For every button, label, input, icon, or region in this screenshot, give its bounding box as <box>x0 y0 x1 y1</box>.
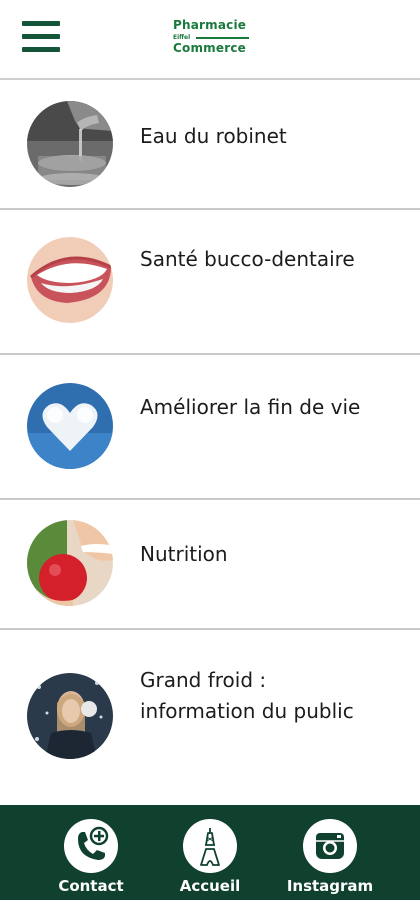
contact-button[interactable]: Contact <box>31 805 151 900</box>
eiffel-tower-icon <box>183 819 237 873</box>
list-item-tap-water[interactable]: Eau du robinet <box>0 80 420 208</box>
heart-cloud-image <box>27 383 113 469</box>
dental-smile-image <box>27 237 113 323</box>
list-item-end-of-life[interactable]: Améliorer la fin de vie <box>0 355 420 498</box>
bottom-navigation: Contact Accueil Instagram <box>0 805 420 900</box>
instagram-button[interactable]: Instagram <box>270 805 390 900</box>
winter-woman-image <box>27 673 113 759</box>
logo-divider-line <box>196 37 249 39</box>
tap-water-image <box>27 101 113 187</box>
logo-text-eiffel: Eiffel <box>173 34 191 41</box>
logo-text-pharmacie: Pharmacie <box>173 18 247 32</box>
item-label: Santé bucco-dentaire <box>140 247 355 271</box>
contact-label: Contact <box>58 877 124 895</box>
phone-plus-icon <box>64 819 118 873</box>
home-label: Accueil <box>179 877 241 895</box>
app-header: Pharmacie Eiffel Commerce <box>0 0 420 80</box>
instagram-label: Instagram <box>286 877 374 895</box>
menu-bar <box>22 47 60 52</box>
menu-bar <box>22 34 60 39</box>
instagram-icon <box>303 819 357 873</box>
pharmacy-logo[interactable]: Pharmacie Eiffel Commerce <box>171 18 261 58</box>
item-label: Eau du robinet <box>140 124 287 148</box>
list-item-dental-health[interactable]: Santé bucco-dentaire <box>0 210 420 353</box>
hamburger-menu-icon[interactable] <box>22 21 62 53</box>
logo-text-commerce: Commerce <box>173 41 246 55</box>
list-item-nutrition[interactable]: Nutrition <box>0 500 420 628</box>
item-label: Améliorer la fin de vie <box>140 395 361 419</box>
home-button[interactable]: Accueil <box>150 805 270 900</box>
menu-bar <box>22 21 60 26</box>
item-label: Nutrition <box>140 542 228 566</box>
item-label: Grand froid : information du public <box>140 668 354 723</box>
apple-smile-image <box>27 520 113 606</box>
list-item-extreme-cold[interactable]: Grand froid : information du public <box>0 630 420 805</box>
